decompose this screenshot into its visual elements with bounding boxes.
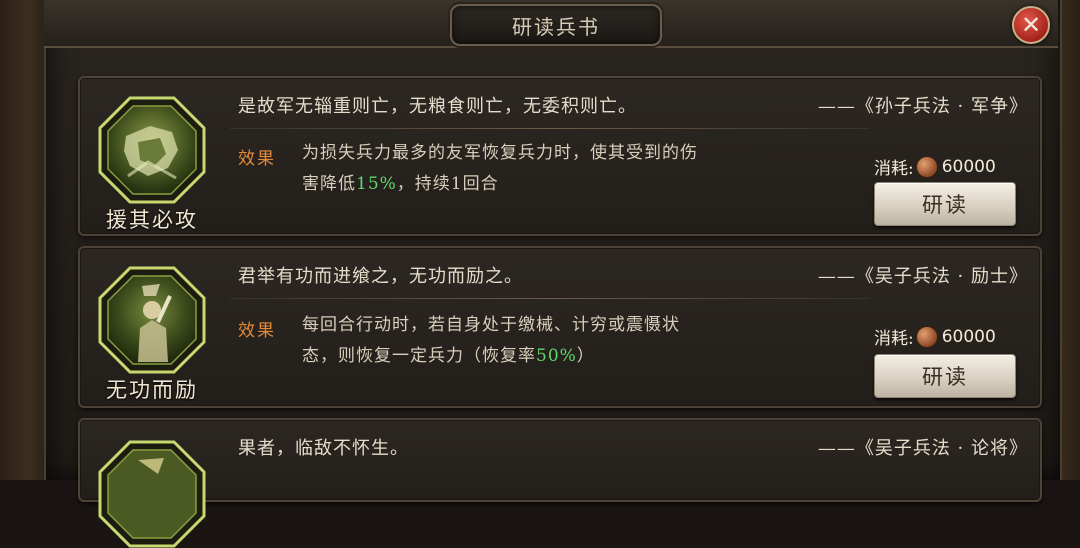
close-icon: ✕ xyxy=(1020,11,1042,39)
study-button-2[interactable]: 研读 xyxy=(874,354,1016,398)
cost-value-2: 60000 xyxy=(941,326,996,347)
warrior-portrait-icon xyxy=(98,96,206,204)
card-divider-1 xyxy=(230,128,870,129)
cost-value-1: 60000 xyxy=(941,156,996,177)
effect-line-1b-post: ，持续1回合 xyxy=(396,174,499,194)
quote-source-1: ——《孙子兵法 · 军争》 xyxy=(817,96,1028,117)
effect-label-2: 效果 xyxy=(238,321,276,341)
effect-highlight-2: 50% xyxy=(536,346,577,366)
effect-highlight-1: 15% xyxy=(356,174,397,194)
effect-line-1b-pre: 害降低 xyxy=(302,174,356,194)
quote-text-3: 果者，临敌不怀生。 xyxy=(238,438,409,459)
card-divider-2 xyxy=(230,298,870,299)
quote-source-3: ——《吴子兵法 · 论将》 xyxy=(817,438,1028,459)
book-card-2: 无功而励 君举有功而进飨之，无功而励之。 ——《吴子兵法 · 励士》 效果 每回… xyxy=(78,246,1042,408)
effect-description-2: 每回合行动时，若自身处于缴械、计穷或震慑状 态，则恢复一定兵力（恢复率50%） xyxy=(302,310,832,372)
effect-description-1: 为损失兵力最多的友军恢复兵力时，使其受到的伤 害降低15%，持续1回合 xyxy=(302,138,832,200)
effect-line-1a: 为损失兵力最多的友军恢复兵力时，使其受到的伤 xyxy=(302,143,698,163)
book-card-1: 援其必攻 是故军无辎重则亡，无粮食则亡，无委积则亡。 ——《孙子兵法 · 军争》… xyxy=(78,76,1042,236)
swordsman-portrait-icon xyxy=(98,266,206,374)
skill-icon-2 xyxy=(98,266,206,374)
left-scenery xyxy=(0,0,48,480)
quote-text-1: 是故军无辎重则亡，无粮食则亡，无委积则亡。 xyxy=(238,96,637,117)
warrior-portrait-icon xyxy=(98,440,206,548)
skill-icon-3 xyxy=(98,440,206,548)
quote-text-2: 君举有功而进飨之，无功而励之。 xyxy=(238,266,523,287)
effect-line-1b: 害降低15%，持续1回合 xyxy=(302,169,832,200)
skill-icon-1 xyxy=(98,96,206,204)
book-card-3: 果者，临敌不怀生。 ——《吴子兵法 · 论将》 xyxy=(78,418,1042,548)
quote-source-2: ——《吴子兵法 · 励士》 xyxy=(817,266,1028,287)
close-button[interactable]: ✕ xyxy=(1012,6,1050,44)
skill-name-1: 援其必攻 xyxy=(106,208,198,232)
cost-label-2: 消耗: xyxy=(874,329,914,349)
study-button-1[interactable]: 研读 xyxy=(874,182,1016,226)
copper-coin-icon xyxy=(915,325,938,348)
copper-coin-icon xyxy=(915,155,938,178)
cost-display-2: 消耗: 60000 xyxy=(874,324,996,349)
skill-name-2: 无功而励 xyxy=(106,378,198,402)
effect-label-1: 效果 xyxy=(238,149,276,169)
effect-line-2b: 态，则恢复一定兵力（恢复率50%） xyxy=(302,341,832,372)
cost-display-1: 消耗: 60000 xyxy=(874,154,996,179)
cost-label-1: 消耗: xyxy=(874,159,914,179)
effect-line-2b-pre: 态，则恢复一定兵力（恢复率 xyxy=(302,346,536,366)
dialog-title: 研读兵书 xyxy=(512,14,600,39)
dialog-title-plate: 研读兵书 xyxy=(450,4,662,46)
dialog-frame xyxy=(44,0,1062,480)
effect-line-2a: 每回合行动时，若自身处于缴械、计穷或震慑状 xyxy=(302,315,680,335)
effect-line-2b-post: ） xyxy=(576,346,595,366)
